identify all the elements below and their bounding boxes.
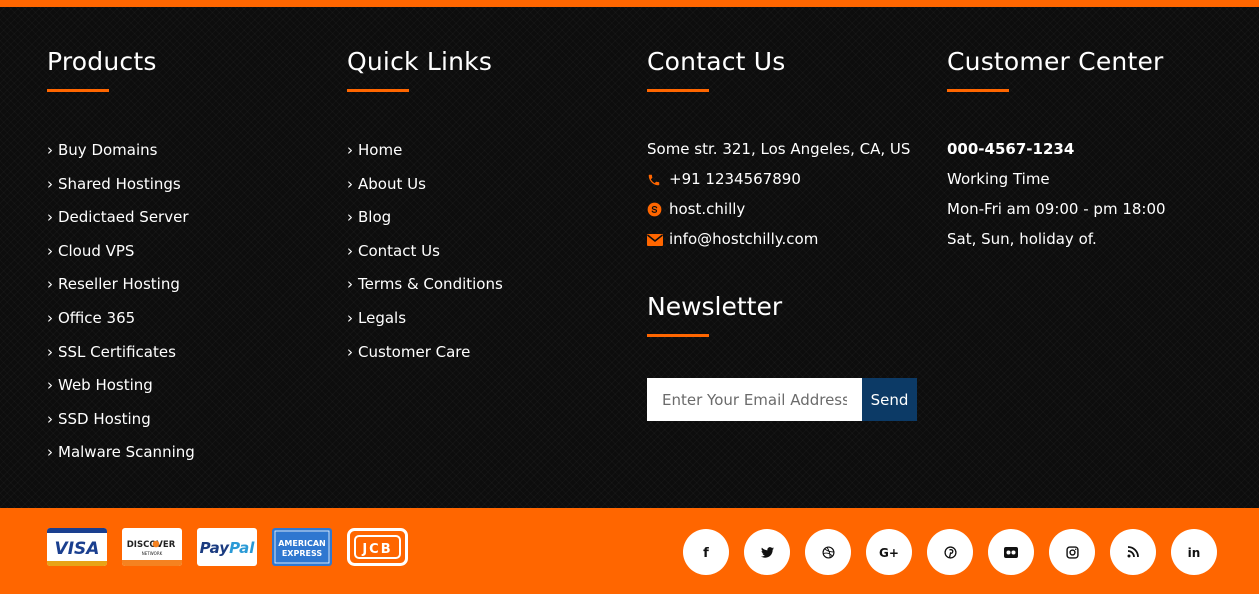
products-link-office-365[interactable]: › Office 365	[47, 308, 195, 342]
phone-icon	[647, 173, 669, 187]
chevron-right-icon: ›	[47, 174, 53, 193]
svg-text:G+: G+	[879, 546, 899, 559]
products-title-underline	[47, 89, 109, 92]
customer-center-phone: 000-4567-1234	[947, 140, 1075, 158]
jcb-logo: JCB	[347, 528, 408, 566]
products-link-reseller-hosting[interactable]: › Reseller Hosting	[47, 274, 195, 308]
quick-link-terms[interactable]: › Terms & Conditions	[347, 274, 503, 308]
newsletter-send-button[interactable]: Send	[862, 378, 917, 421]
chevron-right-icon: ›	[47, 409, 53, 428]
chevron-right-icon: ›	[47, 241, 53, 260]
quick-links-title-underline	[347, 89, 409, 92]
visa-logo: VISA	[47, 528, 107, 566]
products-title: Products	[47, 47, 157, 76]
svg-text:DISCOVER: DISCOVER	[127, 540, 176, 550]
pinterest-icon[interactable]	[927, 529, 973, 575]
instagram-icon[interactable]	[1049, 529, 1095, 575]
twitter-icon[interactable]	[744, 529, 790, 575]
working-time-weekdays: Mon-Fri am 09:00 - pm 18:00	[947, 200, 1166, 218]
american-express-logo: AMERICAN EXPRESS	[272, 528, 332, 566]
chevron-right-icon: ›	[347, 342, 353, 361]
products-link-ssd-hosting[interactable]: › SSD Hosting	[47, 409, 195, 443]
chevron-right-icon: ›	[47, 308, 53, 327]
top-accent-bar	[0, 0, 1259, 7]
quick-links-list: › Home › About Us › Blog › Contact Us › Terms…	[347, 140, 503, 375]
customer-center-title-underline	[947, 89, 1009, 92]
quick-link-home[interactable]: › Home	[347, 140, 503, 174]
svg-text:AMERICAN: AMERICAN	[278, 539, 326, 548]
newsletter-email-input[interactable]	[647, 378, 862, 421]
products-link-dedicated-server[interactable]: › Dedictaed Server	[47, 207, 195, 241]
linkedin-icon[interactable]: in	[1171, 529, 1217, 575]
contact-phone: +91 1234567890	[647, 169, 801, 189]
quick-link-about-us[interactable]: › About Us	[347, 174, 503, 208]
paypal-logo: PayPal	[197, 528, 257, 566]
chevron-right-icon: ›	[47, 376, 53, 395]
working-time-label: Working Time	[947, 170, 1050, 188]
products-link-ssl-certificates[interactable]: › SSL Certificates	[47, 342, 195, 376]
chevron-right-icon: ›	[347, 241, 353, 260]
contact-skype: host.chilly	[647, 199, 745, 219]
products-link-shared-hostings[interactable]: › Shared Hostings	[47, 174, 195, 208]
contact-email: info@hostchilly.com	[647, 229, 818, 249]
products-link-malware-scanning[interactable]: › Malware Scanning	[47, 442, 195, 476]
footer-main: Products › Buy Domains › Shared Hostings ›…	[0, 7, 1259, 508]
chevron-right-icon: ›	[347, 174, 353, 193]
quick-links-title: Quick Links	[347, 47, 493, 76]
svg-text:JCB: JCB	[361, 542, 392, 557]
chevron-right-icon: ›	[347, 141, 353, 159]
contact-title-underline	[647, 89, 709, 92]
newsletter-title-underline	[647, 334, 709, 337]
svg-text:NETWORK: NETWORK	[142, 551, 163, 556]
rss-icon[interactable]	[1110, 529, 1156, 575]
flickr-icon[interactable]	[988, 529, 1034, 575]
svg-text:EXPRESS: EXPRESS	[282, 549, 323, 558]
svg-text:f: f	[703, 546, 709, 559]
footer-bottom-bar: VISA DISCOVER NETWORK PayPal AMERICAN EX…	[0, 508, 1259, 594]
contact-title: Contact Us	[647, 47, 786, 76]
envelope-icon	[647, 233, 669, 246]
products-link-web-hosting[interactable]: › Web Hosting	[47, 375, 195, 409]
chevron-right-icon: ›	[347, 275, 353, 294]
contact-address: Some str. 321, Los Angeles, CA, US	[647, 140, 911, 158]
chevron-right-icon: ›	[347, 208, 353, 227]
working-time-weekend: Sat, Sun, holiday of.	[947, 230, 1097, 248]
products-link-buy-domains[interactable]: › Buy Domains	[47, 140, 195, 174]
quick-link-legals[interactable]: › Legals	[347, 308, 503, 342]
discover-logo: DISCOVER NETWORK	[122, 528, 182, 566]
skype-icon	[647, 202, 669, 217]
chevron-right-icon: ›	[347, 308, 353, 327]
facebook-icon[interactable]: f	[683, 529, 729, 575]
quick-link-customer-care[interactable]: › Customer Care	[347, 342, 503, 376]
svg-text:in: in	[1188, 546, 1201, 559]
customer-center-title: Customer Center	[947, 47, 1164, 76]
chevron-right-icon: ›	[47, 443, 53, 462]
chevron-right-icon: ›	[47, 342, 53, 361]
products-list: › Buy Domains › Shared Hostings › Dedictaed…	[47, 140, 195, 476]
chevron-right-icon: ›	[47, 208, 53, 227]
quick-link-contact-us[interactable]: › Contact Us	[347, 241, 503, 275]
newsletter-title: Newsletter	[647, 292, 783, 321]
dribbble-icon[interactable]	[805, 529, 851, 575]
google-plus-icon[interactable]: G+	[866, 529, 912, 575]
newsletter-form: Send	[647, 378, 917, 421]
chevron-right-icon: ›	[47, 275, 53, 294]
svg-text:VISA: VISA	[55, 539, 100, 559]
products-link-cloud-vps[interactable]: › Cloud VPS	[47, 241, 195, 275]
svg-text:PayPal: PayPal	[200, 539, 256, 557]
chevron-right-icon: ›	[47, 141, 53, 159]
quick-link-blog[interactable]: › Blog	[347, 207, 503, 241]
